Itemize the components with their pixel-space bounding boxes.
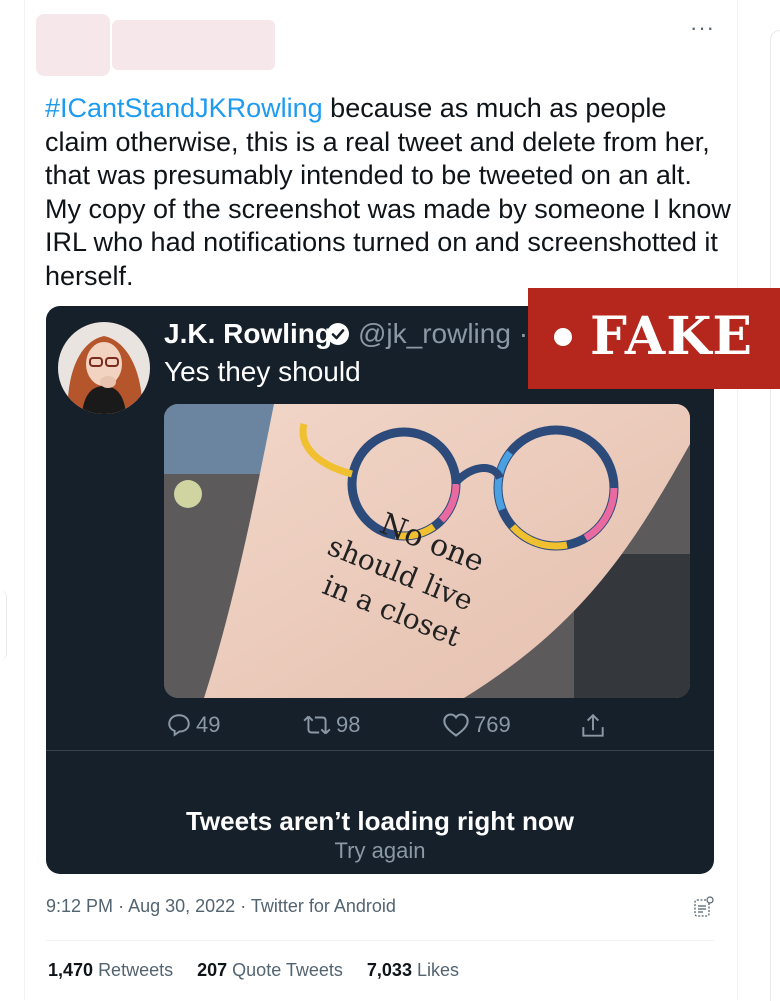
embedded-tweet-text: Yes they should [164,356,361,387]
embedded-divider [46,750,714,751]
author-avatar-redacted[interactable] [36,14,110,76]
reply-icon [168,714,190,737]
reply-count: 49 [196,712,221,737]
fake-label-banner: FAKE [528,288,780,389]
embedded-tweet-screenshot: J.K. Rowling @jk_rowling · 1 Yes they sh… [46,306,714,874]
fake-label-text: FAKE [590,306,754,367]
tattoo-photo[interactable]: No one should live in a closet [164,404,690,698]
share-icon [582,713,604,737]
retweet-count: 98 [336,712,361,737]
heart-icon [443,713,469,737]
retweet-icon [303,715,331,735]
reply-action[interactable]: 49 [166,712,220,738]
tweet-time[interactable]: 9:12 PM [46,896,113,916]
side-panel-edge [770,30,780,1001]
stats-divider [46,940,714,941]
tweet-metadata: 9:12 PM · Aug 30, 2022 · Twitter for And… [46,896,396,916]
embedded-handle[interactable]: @jk_rowling · 1 [358,318,551,350]
more-options-icon[interactable]: ··· [690,17,715,39]
try-again-link[interactable]: Try again [46,838,714,864]
fake-bullet-icon [554,328,572,346]
tweet-date[interactable]: Aug 30, 2022 [128,896,235,916]
tweet-source[interactable]: Twitter for Android [251,896,396,916]
retweet-action[interactable]: 98 [302,712,360,738]
author-name-redacted[interactable] [112,20,275,70]
embedded-action-bar: 49 98 769 [46,712,714,748]
retweets-stat[interactable]: 1,470 Retweets [48,960,173,981]
quote-tweets-stat[interactable]: 207 Quote Tweets [197,960,343,981]
embedded-avatar [58,322,150,414]
like-action[interactable]: 769 [442,712,511,738]
tweet-text: #ICantStandJKRowling because as much as … [45,92,735,293]
like-count: 769 [474,712,511,737]
nav-panel-edge [0,590,7,660]
analytics-icon[interactable] [692,896,714,918]
hashtag-link[interactable]: #ICantStandJKRowling [45,93,323,123]
engagement-stats: 1,470 Retweets 207 Quote Tweets 7,033 Li… [48,960,459,981]
likes-stat[interactable]: 7,033 Likes [367,960,459,981]
share-action[interactable] [580,712,606,740]
verified-badge-icon [327,323,349,345]
tweets-not-loading-message: Tweets aren’t loading right now [185,806,575,836]
embedded-display-name[interactable]: J.K. Rowling [164,318,332,350]
